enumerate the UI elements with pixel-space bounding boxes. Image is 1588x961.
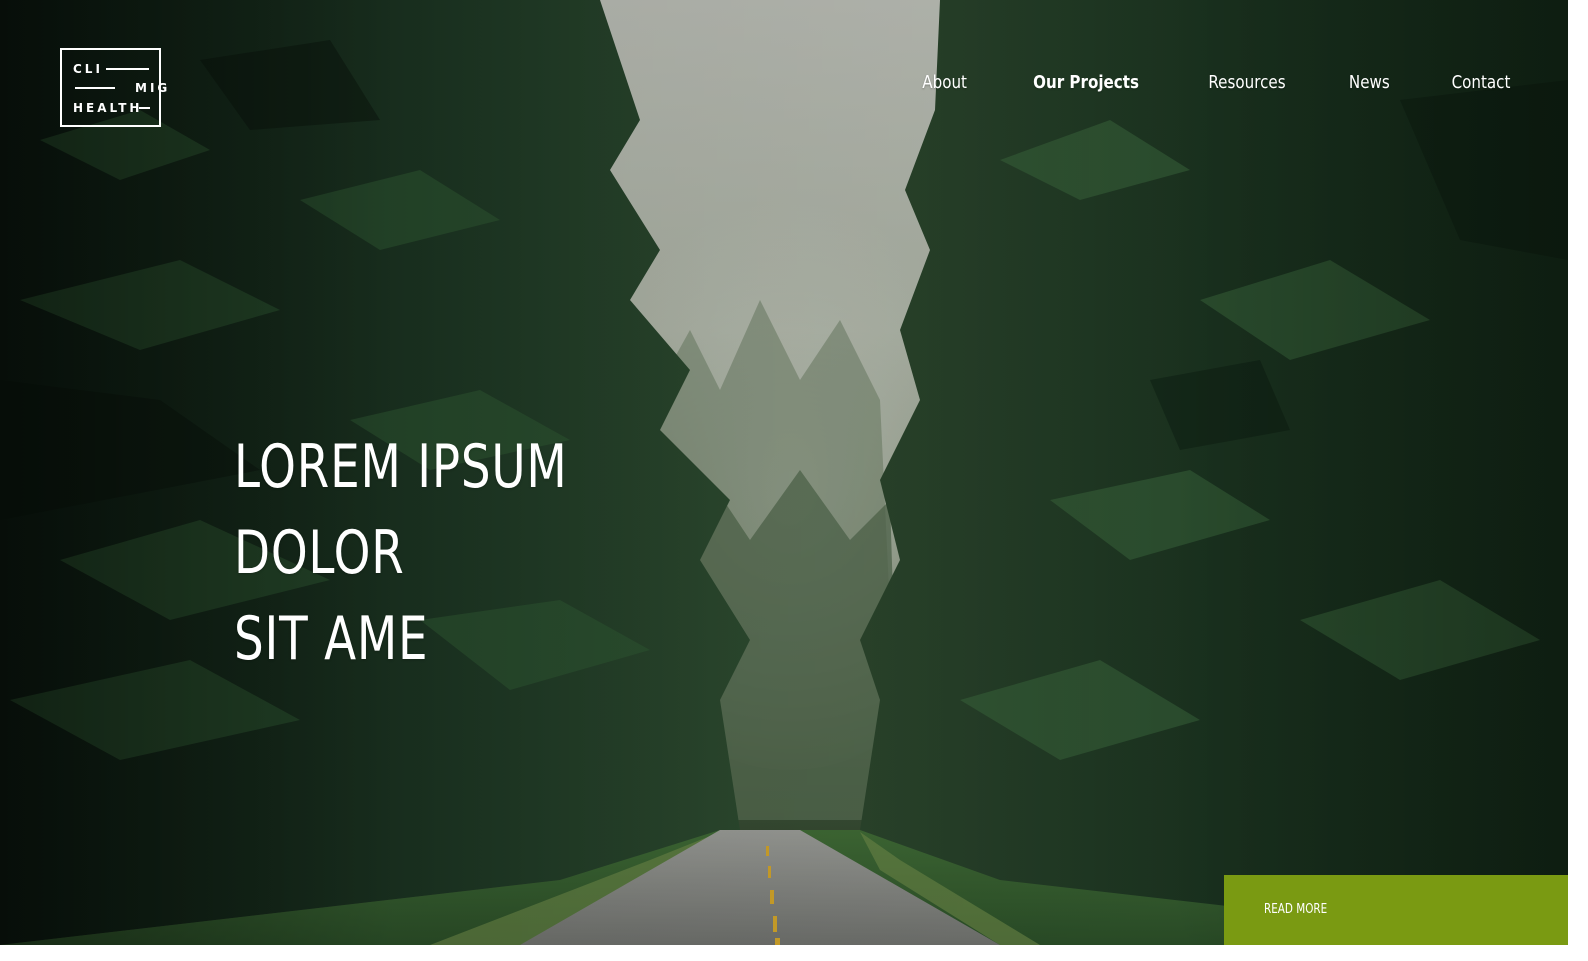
hero-headline: LOREM IPSUM DOLOR SIT AME bbox=[234, 424, 640, 682]
logo-text-line3: HEALTH bbox=[73, 101, 143, 115]
hero-headline-line2: SIT AME bbox=[234, 604, 429, 674]
main-navigation: About Our Projects Resources News Contac… bbox=[918, 70, 1516, 96]
logo-rule-top bbox=[106, 68, 149, 70]
site-logo[interactable]: CLI MIG HEALTH bbox=[60, 48, 167, 127]
logo-text-line1: CLI bbox=[73, 62, 103, 76]
nav-link-news[interactable]: News bbox=[1349, 70, 1390, 96]
nav-link-contact[interactable]: Contact bbox=[1452, 70, 1511, 96]
logo-rule-middle bbox=[75, 87, 115, 89]
read-more-button[interactable]: READ MORE bbox=[1224, 875, 1568, 945]
nav-link-resources[interactable]: Resources bbox=[1209, 70, 1286, 96]
nav-link-about[interactable]: About bbox=[922, 70, 967, 96]
logo-rule-bottom bbox=[139, 107, 150, 109]
read-more-label: READ MORE bbox=[1264, 902, 1328, 917]
hero-headline-line1: LOREM IPSUM DOLOR bbox=[234, 432, 568, 588]
logo-text-line2: MIG bbox=[135, 81, 171, 95]
nav-link-our-projects[interactable]: Our Projects bbox=[1033, 70, 1139, 96]
